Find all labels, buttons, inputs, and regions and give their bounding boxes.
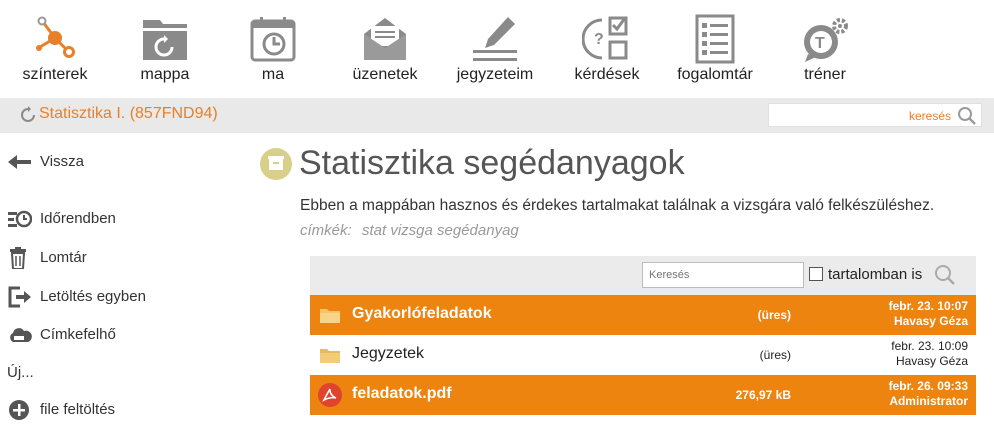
pdf-icon (318, 383, 342, 407)
file-upload-link[interactable]: file feltöltés (0, 395, 230, 425)
item-meta: febr. 26. 09:33 Administrator (889, 379, 968, 409)
back-link[interactable]: Vissza (0, 147, 230, 177)
pencil-notes-icon (473, 17, 517, 61)
item-name[interactable]: Jegyzetek (352, 345, 424, 363)
list-item[interactable]: Jegyzetek (üres) febr. 23. 10:09 Havasy … (310, 335, 976, 375)
nav-label: színterek (22, 66, 88, 83)
folder-icon (320, 309, 340, 323)
folder-description: Ebben a mappában hasznos és érdekes tart… (300, 197, 935, 214)
item-name[interactable]: feladatok.pdf (352, 385, 452, 403)
global-search-input[interactable]: keresés (768, 103, 982, 127)
nav-ma[interactable]: ma (218, 0, 328, 98)
item-size: (üres) (759, 348, 791, 362)
item-author: Administrator (889, 394, 968, 408)
timeline-icon (8, 210, 32, 228)
nav-label: tréner (804, 66, 846, 83)
sidebar-item-trash[interactable]: Lomtár (0, 243, 230, 273)
search-icon[interactable] (934, 264, 956, 286)
tags-label: címkék: (300, 222, 352, 239)
tag-cloud-icon (10, 328, 32, 342)
network-nodes-icon (36, 16, 75, 58)
sidebar-item-label: Letöltés egyben (40, 288, 146, 305)
folder-badge-icon (260, 148, 292, 180)
sidebar-item-chronological[interactable]: Időrendben (0, 204, 230, 234)
top-navigation: színterek mappa ma üzenetek jegyzeteim ?… (0, 0, 994, 98)
item-date: febr. 26. 09:33 (888, 379, 968, 393)
search-label: keresés (908, 109, 951, 123)
sidebar-item-tag-cloud[interactable]: Címkefelhő (0, 320, 230, 350)
tags-value[interactable]: stat vizsga segédanyag (362, 222, 519, 239)
nav-kerdesek[interactable]: ? kérdések (552, 0, 662, 98)
sidebar-item-label: Címkefelhő (40, 326, 116, 343)
item-meta: febr. 23. 10:07 Havasy Géza (889, 299, 968, 329)
search-icon[interactable] (957, 106, 977, 126)
file-list: tartalomban is Gyakorlófeladatok (üres) … (310, 256, 976, 426)
item-size: (üres) (757, 308, 791, 322)
item-author: Havasy Géza (895, 354, 968, 368)
in-content-checkbox[interactable] (809, 267, 823, 281)
download-export-icon (8, 286, 31, 308)
folder-icon (320, 349, 340, 363)
archive-icon (268, 156, 284, 170)
plus-circle-icon (9, 400, 29, 420)
sidebar-item-label: Időrendben (40, 210, 116, 227)
nav-fogalomtar[interactable]: fogalomtár (660, 0, 770, 98)
nav-trener[interactable]: T tréner (770, 0, 880, 98)
item-name[interactable]: Gyakorlófeladatok (352, 305, 492, 323)
calendar-clock-icon (250, 17, 296, 62)
refresh-icon[interactable] (19, 106, 37, 124)
sidebar-item-download-all[interactable]: Letöltés egyben (0, 282, 230, 312)
item-size: 276,97 kB (735, 388, 791, 402)
nav-uzenetek[interactable]: üzenetek (330, 0, 440, 98)
nav-jegyzeteim[interactable]: jegyzeteim (440, 0, 550, 98)
page-title: Statisztika segédanyagok (299, 144, 685, 182)
item-author: Havasy Géza (893, 314, 968, 328)
glossary-list-icon (695, 14, 735, 64)
item-date: febr. 23. 10:09 (891, 339, 968, 353)
sidebar-item-label: Lomtár (40, 249, 87, 266)
svg-text:?: ? (594, 31, 604, 48)
back-label: Vissza (40, 153, 84, 170)
arrow-left-icon (8, 155, 31, 169)
svg-text:T: T (815, 35, 825, 52)
item-meta: febr. 23. 10:09 Havasy Géza (891, 339, 968, 369)
nav-label: kérdések (574, 66, 640, 83)
list-search-input[interactable] (642, 262, 804, 288)
list-toolbar: tartalomban is (310, 256, 976, 295)
nav-label: mappa (140, 66, 190, 83)
envelope-icon (364, 18, 406, 60)
nav-label: ma (261, 66, 285, 83)
course-title[interactable]: Statisztika I. (857FND94) (39, 105, 218, 123)
trainer-gear-icon: T (804, 18, 848, 62)
nav-label: üzenetek (352, 66, 418, 83)
nav-szinterek[interactable]: színterek (0, 0, 110, 98)
question-checklist-icon: ? (582, 16, 628, 60)
nav-mappa[interactable]: mappa (110, 0, 220, 98)
in-content-label: tartalomban is (828, 266, 923, 283)
trash-icon (10, 247, 26, 269)
list-item[interactable]: feladatok.pdf 276,97 kB febr. 26. 09:33 … (310, 375, 976, 415)
nav-label: fogalomtár (677, 66, 753, 83)
folder-icon (143, 20, 187, 60)
nav-label: jegyzeteim (456, 66, 534, 83)
file-upload-label: file feltöltés (40, 401, 116, 418)
list-item[interactable]: Gyakorlófeladatok (üres) febr. 23. 10:07… (310, 295, 976, 335)
new-menu[interactable]: Új... (7, 364, 34, 381)
item-date: febr. 23. 10:07 (888, 299, 968, 313)
